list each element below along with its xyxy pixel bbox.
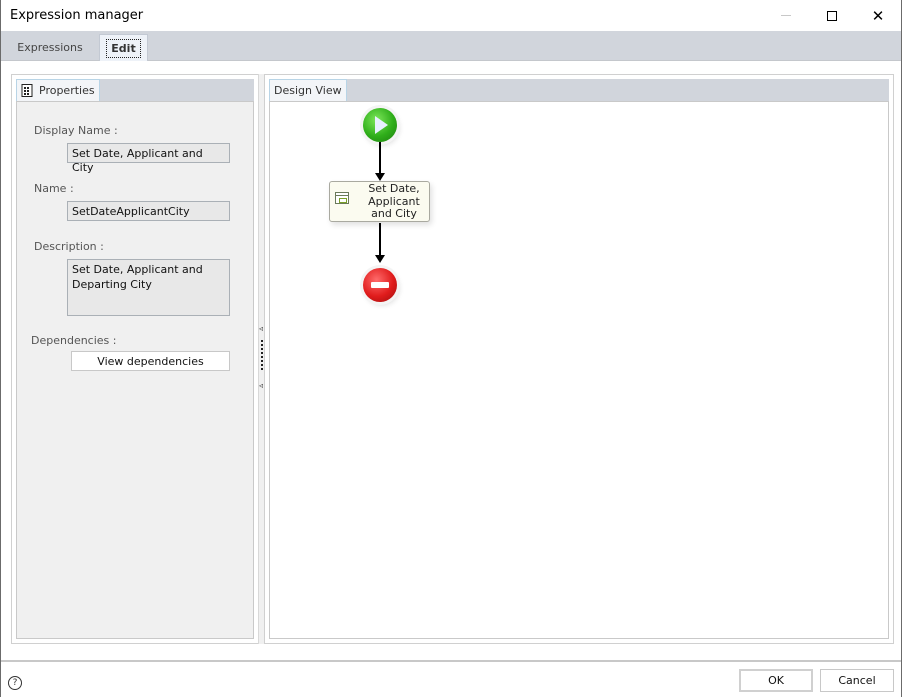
view-dependencies-button[interactable]: View dependencies bbox=[71, 351, 230, 371]
dependencies-label: Dependencies : bbox=[31, 334, 117, 347]
properties-panel: Properties Display Name : Set Date, Appl… bbox=[11, 74, 259, 644]
design-view-header: Design View bbox=[269, 79, 889, 101]
task-node[interactable]: Set Date, Applicant and City bbox=[329, 181, 430, 222]
window-title: Expression manager bbox=[10, 8, 144, 23]
ok-button[interactable]: OK bbox=[739, 669, 813, 692]
tab-expressions[interactable]: Expressions bbox=[9, 34, 91, 61]
start-play-icon bbox=[375, 116, 388, 134]
dialog-footer: ? OK Cancel bbox=[1, 660, 901, 697]
arrowhead-icon bbox=[375, 173, 385, 181]
properties-body: Display Name : Set Date, Applicant and C… bbox=[16, 101, 254, 639]
expression-manager-window: Expression manager ✕ Expressions Edit Pr… bbox=[0, 0, 902, 697]
cancel-button[interactable]: Cancel bbox=[820, 669, 894, 692]
design-view-tab[interactable]: Design View bbox=[269, 79, 347, 101]
display-name-field[interactable]: Set Date, Applicant and City bbox=[67, 143, 230, 174]
property-grid-icon bbox=[21, 84, 33, 97]
properties-panel-header: Properties bbox=[16, 79, 254, 101]
properties-tab-label: Properties bbox=[39, 84, 95, 97]
design-view-tab-label: Design View bbox=[274, 84, 342, 97]
design-view-panel: Design View Set Date, Applicant and City bbox=[264, 74, 894, 644]
name-label: Name : bbox=[34, 182, 74, 195]
tab-edit-label: Edit bbox=[106, 38, 141, 58]
connector-task-end bbox=[379, 223, 381, 256]
splitter-grip-icon bbox=[261, 340, 263, 370]
minimize-icon bbox=[781, 15, 791, 16]
name-field[interactable]: SetDateApplicantCity bbox=[67, 201, 230, 221]
expression-task-icon bbox=[335, 192, 349, 204]
description-field[interactable]: Set Date, Applicant and Departing City bbox=[67, 259, 230, 316]
design-canvas[interactable]: Set Date, Applicant and City bbox=[269, 101, 889, 639]
close-icon: ✕ bbox=[871, 6, 885, 25]
arrowhead-icon bbox=[375, 255, 385, 263]
collapse-left-arrow-icon[interactable]: ◃ bbox=[259, 325, 263, 333]
help-icon[interactable]: ? bbox=[8, 676, 22, 690]
tab-edit[interactable]: Edit bbox=[99, 34, 148, 61]
title-bar: Expression manager ✕ bbox=[1, 0, 901, 31]
tab-expressions-label: Expressions bbox=[17, 41, 83, 54]
collapse-left-arrow-icon-bottom[interactable]: ◃ bbox=[259, 382, 263, 390]
stop-icon bbox=[371, 282, 389, 288]
minimize-button[interactable] bbox=[763, 0, 809, 31]
end-node[interactable] bbox=[363, 268, 397, 302]
properties-tab[interactable]: Properties bbox=[16, 79, 100, 101]
description-label: Description : bbox=[34, 240, 104, 253]
maximize-icon bbox=[827, 10, 837, 21]
close-button[interactable]: ✕ bbox=[855, 0, 901, 31]
edit-content: Properties Display Name : Set Date, Appl… bbox=[2, 62, 901, 660]
main-tab-bar: Expressions Edit bbox=[1, 31, 901, 61]
start-node[interactable] bbox=[363, 108, 397, 142]
connector-start-task bbox=[379, 142, 381, 174]
task-node-label: Set Date, Applicant and City bbox=[368, 182, 420, 220]
maximize-button[interactable] bbox=[809, 0, 855, 31]
display-name-label: Display Name : bbox=[34, 124, 118, 137]
